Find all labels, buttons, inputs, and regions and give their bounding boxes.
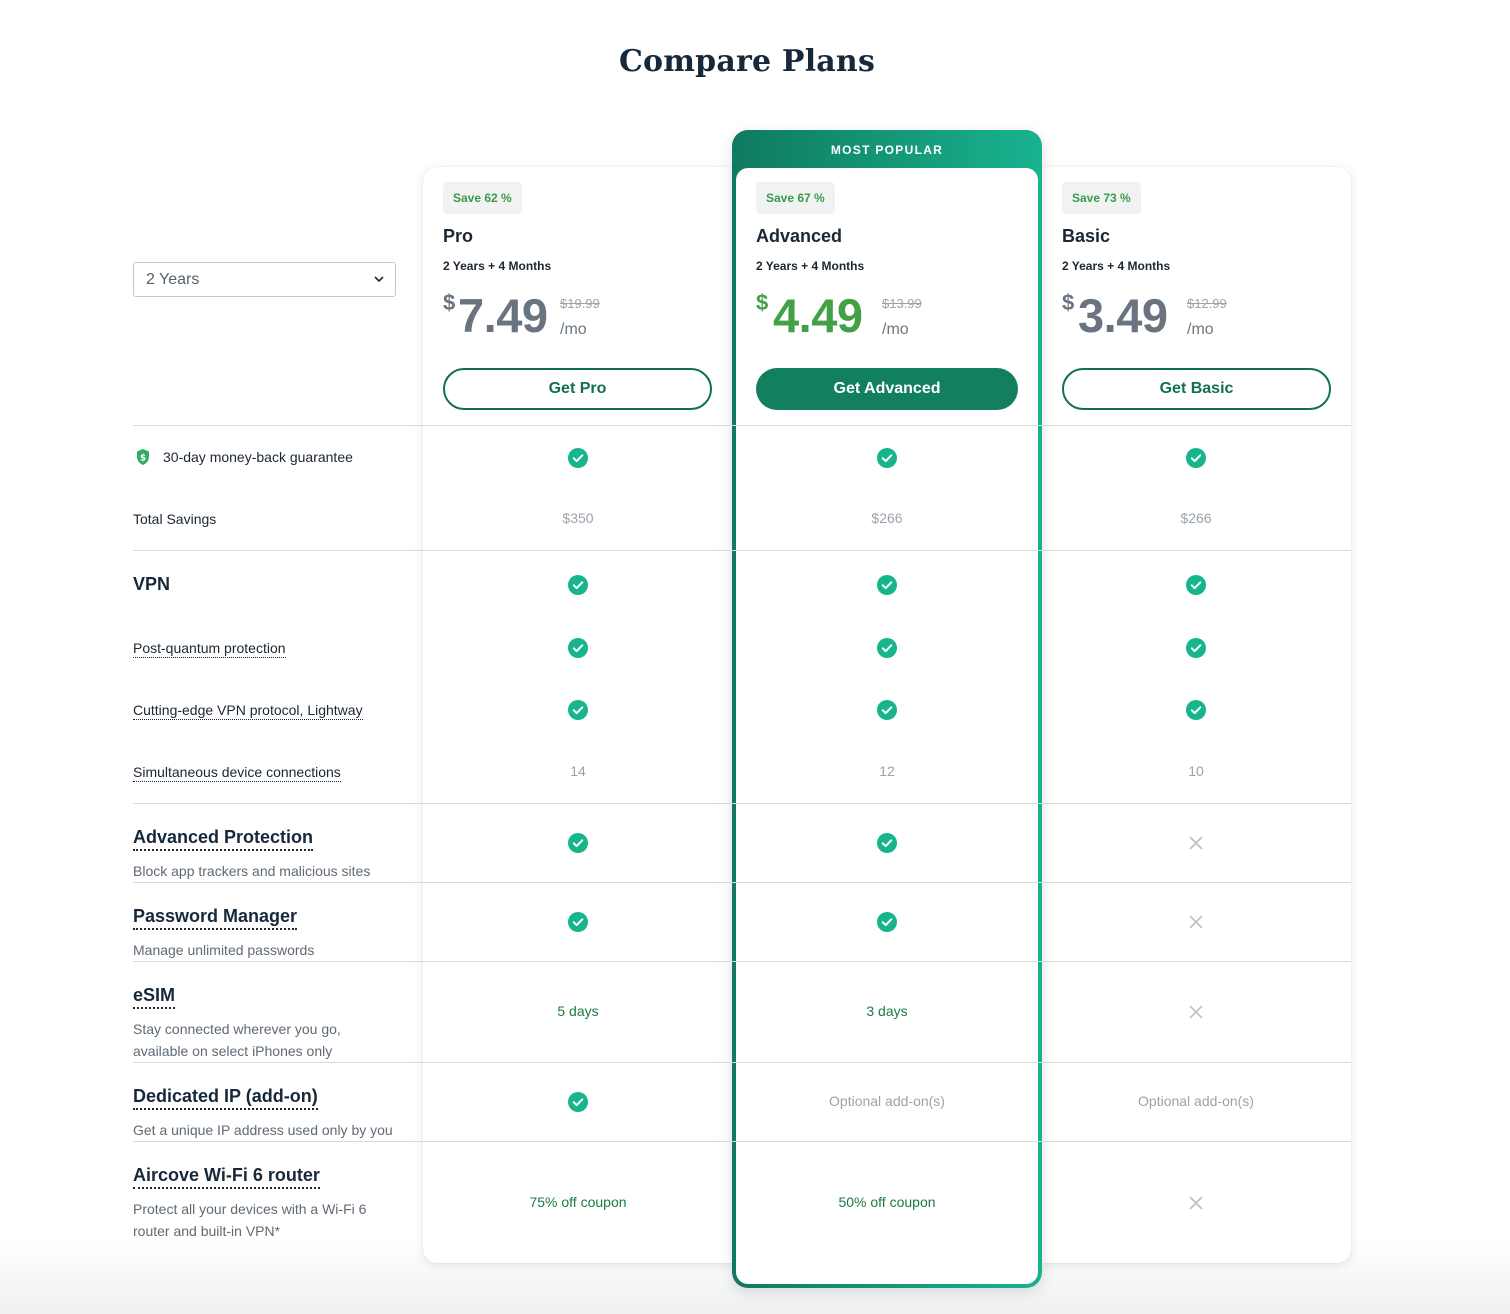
currency-symbol: $ — [1062, 290, 1075, 315]
check-circle-icon — [1186, 638, 1206, 658]
cell-value-dip: Optional add-on(s) — [829, 1093, 945, 1109]
feature-dedicated-ip[interactable]: Dedicated IP (add-on) — [133, 1086, 318, 1110]
plan-term-advanced: 2 Years + 4 Months — [756, 259, 865, 273]
close-icon — [1188, 914, 1204, 930]
row-divider — [133, 803, 1351, 804]
close-icon — [1188, 1004, 1204, 1020]
price-amount: 7.49 — [458, 289, 548, 342]
check-circle-icon — [568, 833, 588, 853]
price-advanced: $ 4.49 $13.99 /mo — [756, 289, 956, 342]
close-icon — [1188, 835, 1204, 851]
plan-name-pro: Pro — [443, 226, 474, 246]
cell-value-dip: Optional add-on(s) — [1138, 1093, 1254, 1109]
plan-term-basic: 2 Years + 4 Months — [1062, 259, 1171, 273]
cell-value-savings: $350 — [562, 510, 594, 526]
feature-esim[interactable]: eSIM — [133, 985, 176, 1009]
check-circle-icon — [877, 575, 897, 595]
feature-vpn: VPN — [133, 574, 171, 594]
cell-value-devices: 10 — [1188, 763, 1204, 779]
cell-value-router: 50% off coupon — [838, 1194, 936, 1210]
most-popular-badge: MOST POPULAR — [830, 143, 944, 157]
check-circle-icon — [568, 1092, 588, 1112]
feature-total-savings: Total Savings — [133, 511, 217, 527]
plan-name-basic: Basic — [1062, 226, 1111, 246]
check-circle-icon — [568, 448, 588, 468]
save-badge-pro: Save 62 % — [443, 182, 522, 214]
plan-name-advanced: Advanced — [756, 226, 843, 246]
row-divider — [133, 1062, 1351, 1063]
check-circle-icon — [568, 700, 588, 720]
check-circle-icon — [877, 833, 897, 853]
check-circle-icon — [877, 700, 897, 720]
feature-password-manager[interactable]: Password Manager — [133, 906, 298, 930]
cell-value-devices: 14 — [570, 763, 586, 779]
old-price: $12.99 — [1187, 296, 1227, 311]
price-pro: $ 7.49 $19.99 /mo — [443, 289, 643, 342]
price-basic: $ 3.49 $12.99 /mo — [1062, 289, 1262, 342]
feature-aircove-router[interactable]: Aircove Wi-Fi 6 router — [133, 1165, 320, 1189]
feature-guarantee: 30-day money-back guarantee — [163, 449, 353, 465]
price-amount: 4.49 — [773, 289, 863, 342]
shield-dollar-icon: $ — [136, 448, 150, 471]
row-divider — [133, 882, 1351, 883]
price-period: /mo — [560, 321, 587, 338]
check-circle-icon — [568, 912, 588, 932]
save-badge-advanced: Save 67 % — [756, 182, 835, 214]
get-pro-button[interactable]: Get Pro — [443, 368, 712, 410]
check-circle-icon — [568, 575, 588, 595]
row-divider — [133, 550, 1351, 551]
price-period: /mo — [882, 321, 909, 338]
feature-advanced-protection-desc: Block app trackers and malicious sites — [133, 863, 371, 879]
cell-value-esim: 5 days — [557, 1003, 599, 1019]
cell-value-router: 75% off coupon — [529, 1194, 627, 1210]
price-amount: 3.49 — [1078, 289, 1168, 342]
get-basic-button[interactable]: Get Basic — [1062, 368, 1331, 410]
feature-dedicated-ip-desc: Get a unique IP address used only by you — [133, 1122, 393, 1138]
row-divider — [133, 961, 1351, 962]
feature-password-manager-desc: Manage unlimited passwords — [133, 942, 315, 958]
save-badge-basic: Save 73 % — [1062, 182, 1141, 214]
feature-device-connections[interactable]: Simultaneous device connections — [133, 764, 341, 782]
currency-symbol: $ — [756, 290, 769, 315]
cell-value-savings: $266 — [871, 510, 903, 526]
row-divider — [133, 425, 1351, 426]
feature-lightway[interactable]: Cutting-edge VPN protocol, Lightway — [133, 702, 363, 720]
row-divider — [133, 1141, 1351, 1142]
feature-aircove-router-desc: Protect all your devices with a Wi-Fi 6 … — [133, 1201, 367, 1239]
plan-term-pro: 2 Years + 4 Months — [443, 259, 552, 273]
check-circle-icon — [877, 638, 897, 658]
check-circle-icon — [568, 638, 588, 658]
duration-select-value: 2 Years — [146, 271, 200, 288]
check-circle-icon — [877, 448, 897, 468]
svg-text:$: $ — [140, 454, 146, 464]
feature-advanced-protection[interactable]: Advanced Protection — [133, 827, 314, 851]
feature-esim-desc: Stay connected wherever you go, availabl… — [133, 1021, 341, 1059]
page-title: Compare Plans — [618, 44, 876, 79]
check-circle-icon — [1186, 575, 1206, 595]
cell-value-savings: $266 — [1180, 510, 1212, 526]
price-period: /mo — [1187, 321, 1214, 338]
feature-post-quantum[interactable]: Post-quantum protection — [133, 640, 286, 658]
currency-symbol: $ — [443, 290, 456, 315]
check-circle-icon — [877, 912, 897, 932]
check-circle-icon — [1186, 448, 1206, 468]
old-price: $19.99 — [560, 296, 600, 311]
duration-select[interactable]: 2 Years — [133, 262, 396, 297]
old-price: $13.99 — [882, 296, 922, 311]
cell-value-esim: 3 days — [866, 1003, 908, 1019]
check-circle-icon — [1186, 700, 1206, 720]
cell-value-devices: 12 — [879, 763, 895, 779]
chevron-down-icon — [373, 263, 385, 308]
close-icon — [1188, 1195, 1204, 1211]
get-advanced-button[interactable]: Get Advanced — [756, 368, 1018, 410]
